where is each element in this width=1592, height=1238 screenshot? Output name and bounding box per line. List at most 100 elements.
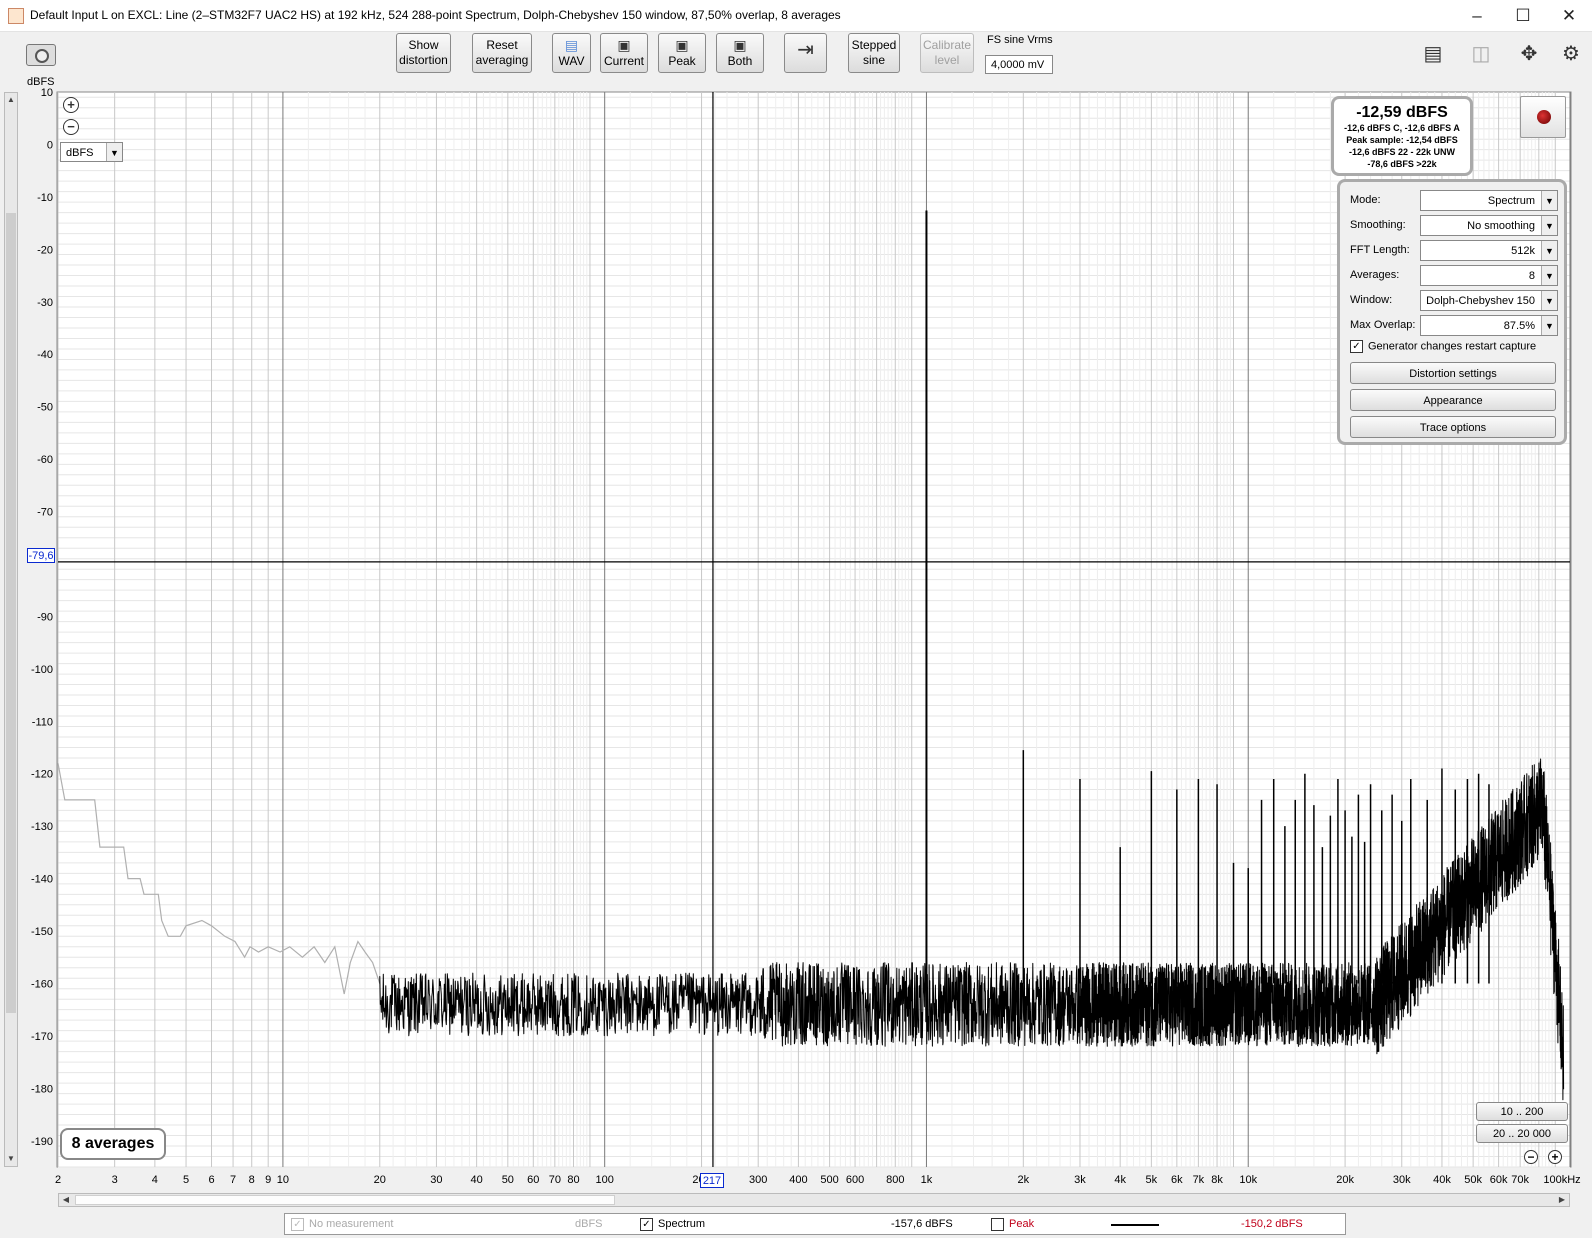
horizontal-scrollbar[interactable]: ◀ ▶ [58,1193,1570,1207]
x-tick-label: 6 [208,1174,214,1186]
fft-length-select[interactable]: 512k ▼ [1420,240,1558,261]
x-tick-label: 50 [502,1174,514,1186]
appearance-button[interactable]: Appearance [1350,389,1556,411]
level-line-3: -12,6 dBFS 22 - 22k UNW [1348,147,1456,157]
max-overlap-select[interactable]: 87.5% ▼ [1420,315,1558,336]
y-tick-label: -50 [37,402,53,414]
no-measurement-checkbox[interactable]: ✓ [291,1218,304,1231]
fft-length-label: FFT Length: [1350,244,1410,256]
y-tick-label: -180 [31,1083,53,1095]
x-tick-label: 70k [1511,1174,1529,1186]
y-tick-label: 10 [41,87,53,99]
y-tick-label: -70 [37,507,53,519]
averages-select[interactable]: 8 ▼ [1420,265,1558,286]
scroll-right-icon[interactable]: ▶ [1555,1194,1569,1206]
trace-options-button[interactable]: Trace options [1350,416,1556,438]
x-tick-label: 400 [789,1174,807,1186]
zoom-out-icon[interactable]: − [1524,1150,1538,1164]
y-tick-label: -20 [37,244,53,256]
level-line-4: -78,6 dBFS >22k [1367,159,1437,169]
zoom-in-icon[interactable]: + [63,97,79,113]
mode-value: Spectrum [1487,195,1535,207]
x-tick-label: 60k [1490,1174,1508,1186]
y-tick-label: -170 [31,1031,53,1043]
restart-capture-row[interactable]: ✓ Generator changes restart capture [1350,340,1536,353]
chevron-down-icon[interactable]: ▼ [1541,266,1557,285]
horizontal-scroll-thumb[interactable] [75,1195,615,1205]
averages-label: Averages: [1350,269,1400,281]
x-tick-label: 50k [1464,1174,1482,1186]
chevron-down-icon[interactable]: ▼ [1541,241,1557,260]
y-tick-label: -150 [31,926,53,938]
x-tick-label: 1k [921,1174,933,1186]
spectrum-value: -157,6 dBFS [891,1218,953,1230]
x-tick-label: 5 [183,1174,189,1186]
x-tick-label: 2k [1018,1174,1030,1186]
y-tick-label: -140 [31,874,53,886]
restart-capture-checkbox[interactable]: ✓ [1350,340,1363,353]
chevron-down-icon[interactable]: ▼ [1541,316,1557,335]
range-20-20000-button[interactable]: 20 .. 20 000 [1476,1124,1568,1143]
x-tick-label: 9 [265,1174,271,1186]
y-tick-label: -120 [31,769,53,781]
x-tick-label: 100 [596,1174,614,1186]
smoothing-label: Smoothing: [1350,219,1406,231]
x-tick-label: 7k [1193,1174,1205,1186]
y-tick-label: -110 [32,716,53,728]
fft-length-value: 512k [1511,245,1535,257]
mode-label: Mode: [1350,194,1381,206]
x-tick-label: 20 [374,1174,386,1186]
peak-checkbox[interactable] [991,1218,1004,1231]
x-tick-label: 100kHz [1543,1174,1580,1186]
no-measurement-unit: dBFS [575,1218,603,1230]
x-tick-label: 30 [430,1174,442,1186]
record-icon [1537,110,1551,124]
x-tick-label: 10k [1239,1174,1257,1186]
y-tick-label: -60 [37,454,53,466]
x-tick-label: 10 [277,1174,289,1186]
y-tick-label: -90 [37,611,53,623]
max-overlap-label: Max Overlap: [1350,319,1416,331]
chevron-down-icon[interactable]: ▼ [1541,191,1557,210]
x-tick-label: 2 [55,1174,61,1186]
x-tick-label: 3k [1074,1174,1086,1186]
cursor-y-readout[interactable]: -79,6 [27,548,55,563]
spectrum-line-swatch [1111,1224,1159,1226]
y-tick-labels: 10 0 -10 -20 -30 -40 -50 -60 -70 -90 -100 -110 -120 -… [31,87,53,1148]
x-tick-label: 4k [1114,1174,1126,1186]
chevron-down-icon[interactable]: ▼ [1541,216,1557,235]
x-tick-label: 300 [749,1174,767,1186]
y-tick-label: -160 [31,978,53,990]
cursor-x-readout[interactable]: 217 [700,1173,724,1188]
y-tick-label: -190 [31,1136,53,1148]
chevron-down-icon[interactable]: ▼ [106,143,122,161]
record-button[interactable] [1520,96,1566,138]
x-tick-labels: 2345678910203040506070801002003004005006… [55,1174,1581,1186]
unit-select-value: dBFS [66,147,94,159]
window-label: Window: [1350,294,1393,306]
y-tick-label: -40 [37,349,53,361]
distortion-settings-button[interactable]: Distortion settings [1350,362,1556,384]
x-tick-label: 30k [1393,1174,1411,1186]
zoom-out-icon[interactable]: − [63,119,79,135]
chevron-down-icon[interactable]: ▼ [1541,291,1557,310]
y-tick-label: -10 [37,192,53,204]
smoothing-select[interactable]: No smoothing ▼ [1420,215,1558,236]
zoom-in-icon[interactable]: + [1548,1150,1562,1164]
spectrum-checkbox[interactable]: ✓ [640,1218,653,1231]
scroll-left-icon[interactable]: ◀ [59,1194,73,1206]
window-select[interactable]: Dolph-Chebyshev 150 ▼ [1420,290,1558,311]
x-tick-label: 8 [249,1174,255,1186]
y-tick-label: -130 [31,821,53,833]
x-tick-label: 60 [527,1174,539,1186]
x-tick-label: 500 [820,1174,838,1186]
range-10-200-button[interactable]: 10 .. 200 [1476,1102,1568,1121]
mode-select[interactable]: Spectrum ▼ [1420,190,1558,211]
x-tick-label: 20k [1336,1174,1354,1186]
no-measurement-label: No measurement [309,1218,394,1230]
x-tick-label: 5k [1146,1174,1158,1186]
restart-capture-label: Generator changes restart capture [1368,340,1537,353]
averages-badge: 8 averages [60,1128,166,1160]
unit-select[interactable]: dBFS ▼ [60,142,123,162]
x-tick-label: 3 [112,1174,118,1186]
